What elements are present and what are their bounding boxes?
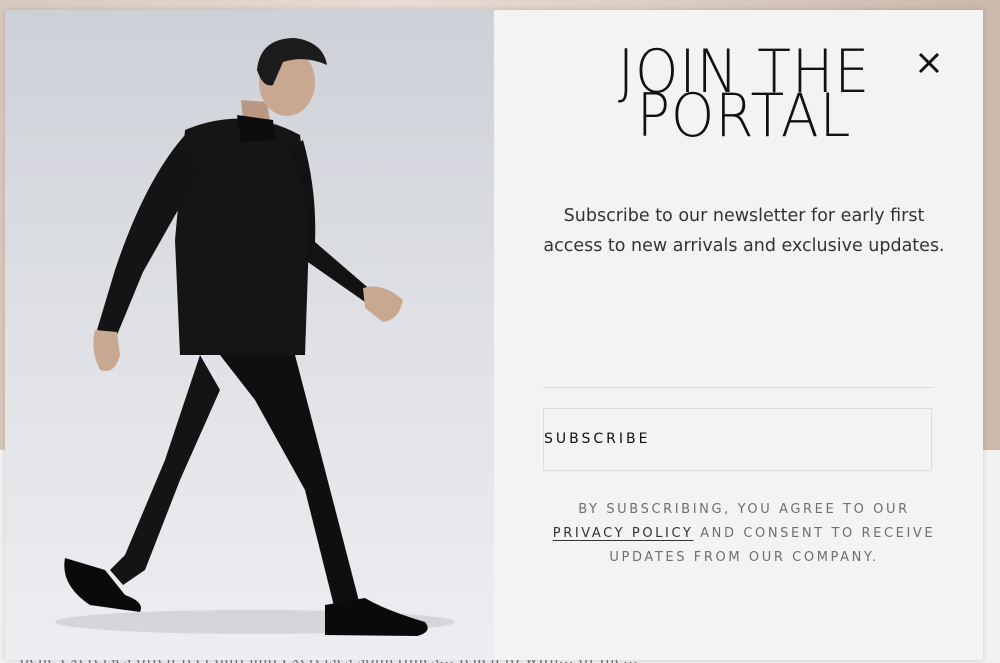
consent-text: BY SUBSCRIBING, YOU AGREE TO OUR PRIVACY… (534, 498, 954, 570)
title-line-2: PORTAL (636, 81, 852, 151)
privacy-policy-link[interactable]: PRIVACY POLICY (553, 526, 694, 541)
newsletter-description: Subscribe to our newsletter for early fi… (543, 206, 945, 256)
consent-prefix: BY SUBSCRIBING, YOU AGREE TO OUR (578, 502, 910, 517)
modal-title: JOIN THE PORTAL (534, 42, 954, 151)
model-photo (5, 10, 494, 660)
signup-panel: JOIN THE PORTAL Subscribe to our newslet… (494, 10, 983, 660)
subscribe-button[interactable]: SUBSCRIBE (543, 408, 932, 471)
subscribe-label: SUBSCRIBE (544, 431, 651, 447)
newsletter-modal: JOIN THE PORTAL Subscribe to our newslet… (5, 10, 983, 660)
divider (543, 387, 934, 388)
